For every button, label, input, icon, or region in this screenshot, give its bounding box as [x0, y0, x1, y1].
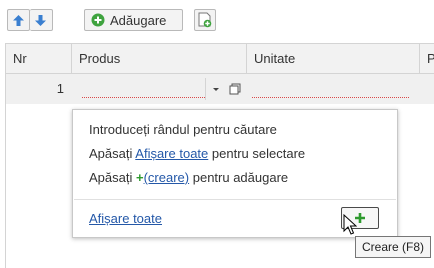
- unitate-input[interactable]: [252, 97, 409, 98]
- show-all-link[interactable]: Afișare toate: [89, 211, 162, 226]
- copy-add-button[interactable]: [194, 9, 216, 31]
- copy-add-icon: [198, 12, 212, 28]
- input-divider: [205, 78, 206, 100]
- move-up-button[interactable]: [7, 9, 30, 31]
- row-number: 1: [56, 81, 64, 96]
- chevron-down-icon[interactable]: [208, 81, 224, 97]
- mouse-cursor-icon: [343, 214, 357, 235]
- select-hint: Apăsați Afișare toate pentru selectare: [89, 146, 305, 161]
- column-header-unitate[interactable]: Unitate: [247, 44, 420, 73]
- create-hint-suffix: pentru adăugare: [192, 170, 289, 185]
- search-hint: Introduceți rândul pentru căutare: [89, 122, 277, 137]
- move-down-button[interactable]: [30, 9, 53, 31]
- create-tooltip: Creare (F8): [355, 236, 432, 258]
- add-circle-icon: [91, 13, 105, 27]
- open-form-icon[interactable]: [227, 81, 243, 97]
- create-hint-prefix: Apăsați: [89, 170, 133, 185]
- column-header-produs[interactable]: Produs: [72, 44, 247, 73]
- produs-input[interactable]: [82, 97, 205, 98]
- column-header-nr[interactable]: Nr: [6, 44, 72, 73]
- arrow-up-icon: [13, 15, 24, 26]
- add-button[interactable]: Adăugare: [84, 9, 183, 31]
- table-row[interactable]: 1: [6, 74, 434, 104]
- popup-divider: [74, 199, 396, 200]
- plus-icon: +: [136, 170, 144, 185]
- table-header: Nr Produs Unitate P: [6, 44, 434, 74]
- create-hint: Apăsați +(creare) pentru adăugare: [89, 170, 288, 185]
- create-inline-link[interactable]: (creare): [144, 170, 190, 185]
- select-hint-suffix: pentru selectare: [211, 146, 306, 161]
- add-button-label: Adăugare: [110, 13, 167, 28]
- column-header-p[interactable]: P: [420, 44, 434, 73]
- select-hint-prefix: Apăsați: [89, 146, 133, 161]
- show-all-inline-link[interactable]: Afișare toate: [135, 146, 208, 161]
- arrow-down-icon: [35, 15, 46, 26]
